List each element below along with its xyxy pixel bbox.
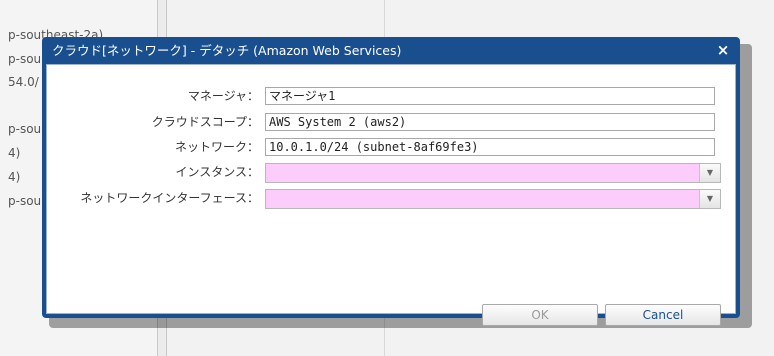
instance-label: インスタンス： [175,165,259,179]
dialog-body: マネージャ： マネージャ1 クラウドスコープ： AWS System 2 (aw… [46,64,736,326]
network-field: 10.0.1.0/24 (subnet-8af69fe3) [265,138,715,156]
background-list-item: 54.0/ [8,75,39,89]
instance-row: インスタンス： ▼ [47,163,735,183]
manager-field: マネージャ1 [265,87,715,105]
dialog-title: クラウド[ネットワーク] - デタッチ (Amazon Web Services… [52,43,402,58]
network-interface-select[interactable]: ▼ [265,189,721,209]
instance-select[interactable]: ▼ [265,163,721,183]
background-list-item: p-sou [8,122,42,136]
manager-row: マネージャ： マネージャ1 [47,87,735,105]
cloud-scope-row: クラウドスコープ： AWS System 2 (aws2) [47,113,735,131]
cloud-scope-label: クラウドスコープ： [151,115,259,129]
background-list-item: 4) [8,170,21,184]
ok-button[interactable]: OK [482,304,598,326]
network-row: ネットワーク： 10.0.1.0/24 (subnet-8af69fe3) [47,138,735,156]
detach-network-dialog: クラウド[ネットワーク] - デタッチ (Amazon Web Services… [42,37,740,326]
chevron-down-icon[interactable]: ▼ [699,164,720,182]
chevron-down-icon[interactable]: ▼ [699,190,720,208]
network-interface-label: ネットワークインターフェース： [80,191,259,205]
close-icon[interactable]: × [714,40,732,60]
background-list-item: p-sou [8,194,42,208]
network-interface-row: ネットワークインターフェース： ▼ [47,189,735,209]
background-list-item: 4) [8,146,21,160]
network-label: ネットワーク： [174,140,259,154]
background-list-item: p-sou [8,52,42,66]
manager-label: マネージャ： [187,89,259,103]
cancel-button[interactable]: Cancel [605,304,721,326]
cloud-scope-field: AWS System 2 (aws2) [265,113,715,131]
